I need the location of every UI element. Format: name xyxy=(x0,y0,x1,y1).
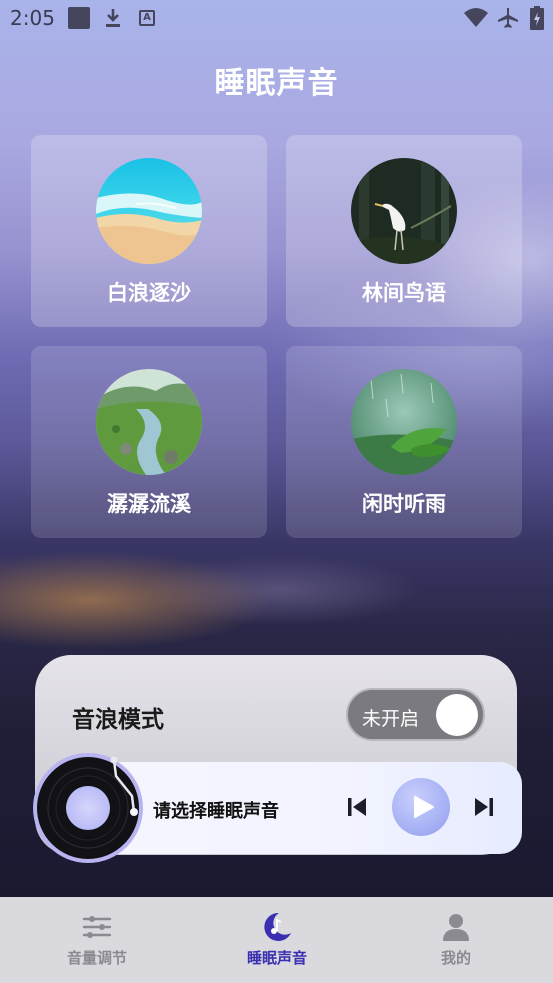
moon-note-icon xyxy=(264,912,291,941)
sound-card-label: 白浪逐沙 xyxy=(107,281,191,305)
status-bar: 2:05 A xyxy=(0,0,553,38)
nav-item-sleep-sounds[interactable]: 睡眠声音 xyxy=(185,897,369,983)
download-icon xyxy=(106,9,120,27)
now-playing-text: 请选择睡眠声音 xyxy=(153,801,279,822)
wifi-icon xyxy=(464,8,488,27)
bottom-nav: 音量调节 睡眠声音 我的 xyxy=(0,897,553,983)
wave-mode-label: 音浪模式 xyxy=(72,707,164,733)
status-time: 2:05 xyxy=(10,6,55,30)
user-icon xyxy=(443,914,469,941)
text-a-icon: A xyxy=(139,10,155,26)
toggle-knob xyxy=(436,694,478,736)
notification-square-icon xyxy=(68,7,90,29)
mountain-stream-image xyxy=(96,369,202,475)
ocean-beach-image xyxy=(96,158,202,264)
play-icon xyxy=(414,796,434,818)
nav-label: 我的 xyxy=(440,949,471,967)
sliders-icon xyxy=(82,916,112,938)
nav-item-profile[interactable]: 我的 xyxy=(364,897,548,983)
mini-player[interactable]: 请选择睡眠声音 xyxy=(90,762,522,854)
vinyl-record-icon xyxy=(32,752,144,864)
sound-card-label: 林间鸟语 xyxy=(362,281,446,305)
egret-forest-image xyxy=(351,158,457,264)
app-screen: 2:05 A 睡眠声音 白浪逐沙 林间鸟语 潺潺流溪 闲时听雨 音浪模式 未开启… xyxy=(0,0,553,897)
airplane-mode-icon xyxy=(498,8,518,28)
previous-icon[interactable] xyxy=(345,795,369,819)
wave-mode-toggle[interactable]: 未开启 xyxy=(346,688,485,741)
sound-card-ocean[interactable]: 白浪逐沙 xyxy=(31,135,267,327)
sound-card-birds[interactable]: 林间鸟语 xyxy=(286,135,522,327)
rain-leaves-image xyxy=(351,369,457,475)
nav-item-volume[interactable]: 音量调节 xyxy=(5,897,189,983)
sound-card-stream[interactable]: 潺潺流溪 xyxy=(31,346,267,538)
nav-label: 睡眠声音 xyxy=(246,949,307,967)
play-button[interactable] xyxy=(392,778,450,836)
sound-card-label: 闲时听雨 xyxy=(362,492,446,516)
next-icon[interactable] xyxy=(472,795,496,819)
sound-card-label: 潺潺流溪 xyxy=(107,492,191,516)
sound-card-rain[interactable]: 闲时听雨 xyxy=(286,346,522,538)
nav-label: 音量调节 xyxy=(66,949,127,967)
page-title: 睡眠声音 xyxy=(214,66,339,101)
battery-icon xyxy=(530,6,544,30)
toggle-state-text: 未开启 xyxy=(362,708,420,730)
